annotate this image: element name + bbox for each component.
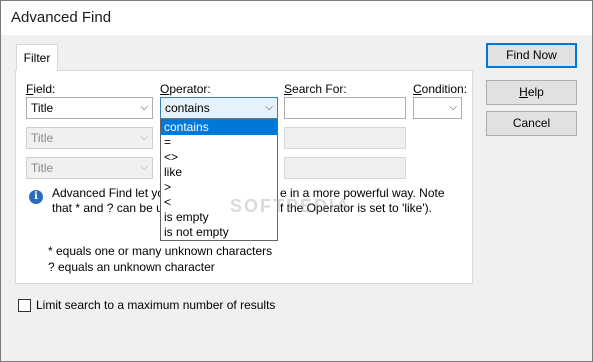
operator-dropdown-list[interactable]: contains = <> like > < is empty is not e… — [160, 119, 278, 241]
search-for-input-row-3 — [284, 157, 406, 179]
field-select-row-2: Title ⌵ — [26, 127, 153, 149]
operator-column-label: Operator: — [160, 82, 211, 96]
wildcard-help-line-2: ? equals an unknown character — [48, 260, 215, 274]
dropdown-option-equals[interactable]: = — [161, 135, 277, 150]
operator-select-value: contains — [165, 101, 210, 115]
field-select-value: Title — [31, 131, 54, 145]
field-select-row-1[interactable]: Title ⌵ — [26, 97, 153, 119]
search-for-column-label: Search For: — [284, 82, 347, 96]
info-text-line-2a: that * and ? can be us — [52, 201, 169, 215]
dropdown-option-contains[interactable]: contains — [161, 120, 277, 135]
search-for-input-row-1[interactable] — [284, 97, 406, 119]
tab-filter[interactable]: Filter — [16, 44, 58, 71]
window-title: Advanced Find — [11, 9, 112, 26]
find-now-button[interactable]: Find Now — [486, 43, 577, 68]
search-for-input-row-2 — [284, 127, 406, 149]
wildcard-help-line-1: * equals one or many unknown characters — [48, 244, 273, 258]
condition-column-label: Condition: — [413, 82, 468, 96]
info-icon: i — [29, 190, 43, 204]
dropdown-option-not-equals[interactable]: <> — [161, 150, 277, 165]
dropdown-option-is-not-empty[interactable]: is not empty — [161, 225, 277, 240]
field-column-label: Field: — [26, 82, 56, 96]
watermark: SOFTPEDIA — [230, 196, 352, 216]
limit-results-checkbox[interactable] — [18, 299, 31, 312]
operator-select-row-1[interactable]: contains ⌵ — [160, 97, 278, 119]
chevron-down-icon: ⌵ — [265, 102, 273, 113]
limit-results-label[interactable]: Limit search to a maximum number of resu… — [36, 298, 275, 312]
help-button[interactable]: Help — [486, 80, 577, 105]
chevron-down-icon: ⌵ — [140, 102, 148, 113]
field-select-value: Title — [31, 161, 54, 175]
condition-select-row-1[interactable]: ⌵ — [413, 97, 462, 119]
cancel-button[interactable]: Cancel — [486, 111, 577, 136]
chevron-down-icon: ⌵ — [449, 102, 457, 113]
dropdown-option-like[interactable]: like — [161, 165, 277, 180]
chevron-down-icon: ⌵ — [140, 132, 148, 143]
field-select-value: Title — [31, 101, 54, 115]
info-text-line-1a: Advanced Find let yo — [52, 186, 165, 200]
chevron-down-icon: ⌵ — [140, 162, 148, 173]
title-bar: Advanced Find — [1, 1, 592, 35]
dropdown-option-greater-than[interactable]: > — [161, 180, 277, 195]
field-select-row-3: Title ⌵ — [26, 157, 153, 179]
